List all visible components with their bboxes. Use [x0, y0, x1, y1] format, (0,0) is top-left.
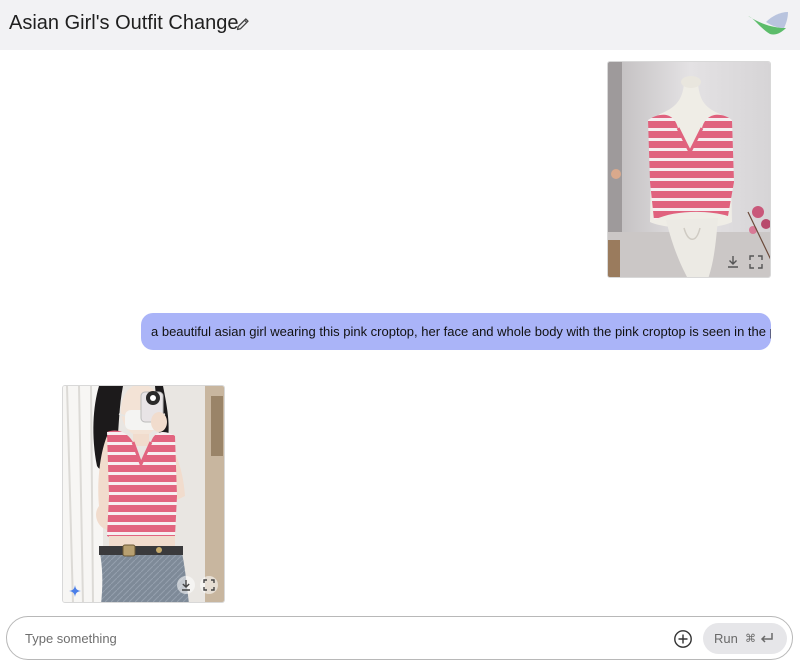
prompt-input-bar: Run ⌘: [6, 616, 793, 660]
prompt-input[interactable]: [25, 625, 625, 651]
download-icon[interactable]: [177, 576, 195, 594]
conversation-title: Asian Girl's Outfit Change: [9, 12, 239, 34]
app-logo: [746, 8, 790, 38]
user-uploaded-image[interactable]: [607, 61, 771, 278]
add-circle-icon[interactable]: [673, 629, 693, 649]
top-bar: Asian Girl's Outfit Change: [0, 0, 800, 50]
pencil-icon[interactable]: [235, 16, 251, 32]
sparkle-icon: [69, 584, 81, 597]
fullscreen-icon[interactable]: [747, 253, 765, 271]
download-icon[interactable]: [724, 253, 742, 271]
user-message-text: a beautiful asian girl wearing this pink…: [151, 324, 771, 339]
user-message: a beautiful asian girl wearing this pink…: [141, 313, 771, 350]
run-button[interactable]: Run ⌘: [703, 623, 787, 654]
command-key-icon: ⌘: [745, 632, 756, 645]
enter-key-icon: [759, 630, 775, 646]
generated-image[interactable]: [62, 385, 225, 603]
fullscreen-icon[interactable]: [200, 576, 218, 594]
run-button-label: Run: [714, 631, 738, 646]
